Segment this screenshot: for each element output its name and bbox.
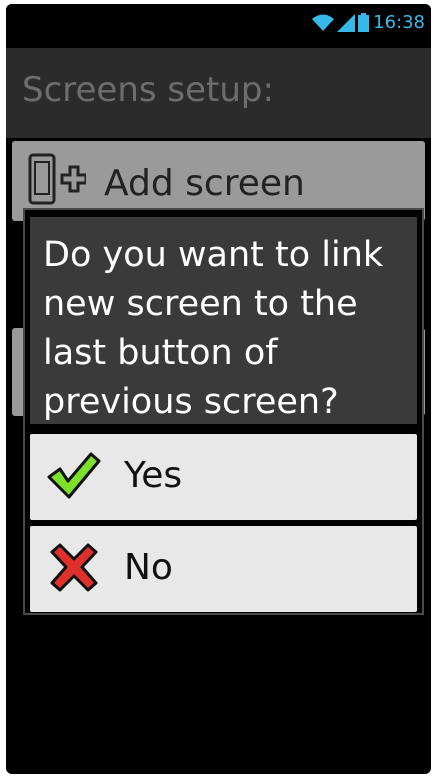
wifi-icon (312, 14, 334, 31)
battery-icon (358, 13, 369, 32)
yes-button[interactable]: Yes (30, 434, 417, 520)
no-label: No (124, 547, 173, 588)
dialog-message: Do you want to link new screen to the la… (43, 235, 384, 422)
page-title: Screens setup: (22, 70, 274, 110)
dialog-message-box: Do you want to link new screen to the la… (30, 217, 417, 424)
cross-icon (50, 543, 98, 592)
status-icons (312, 13, 369, 32)
status-bar: 16:38 (6, 4, 431, 40)
confirm-dialog: Do you want to link new screen to the la… (23, 208, 424, 615)
phone-screen: 16:38 Screens setup: Add screen Do you w… (6, 4, 431, 774)
signal-icon (337, 14, 355, 32)
status-time: 16:38 (373, 12, 425, 33)
checkmark-icon (47, 452, 101, 499)
app-header: Screens setup: (6, 48, 431, 138)
add-screen-label: Add screen (104, 163, 305, 204)
no-button[interactable]: No (30, 526, 417, 612)
add-device-icon (28, 153, 86, 205)
yes-label: Yes (124, 455, 183, 496)
